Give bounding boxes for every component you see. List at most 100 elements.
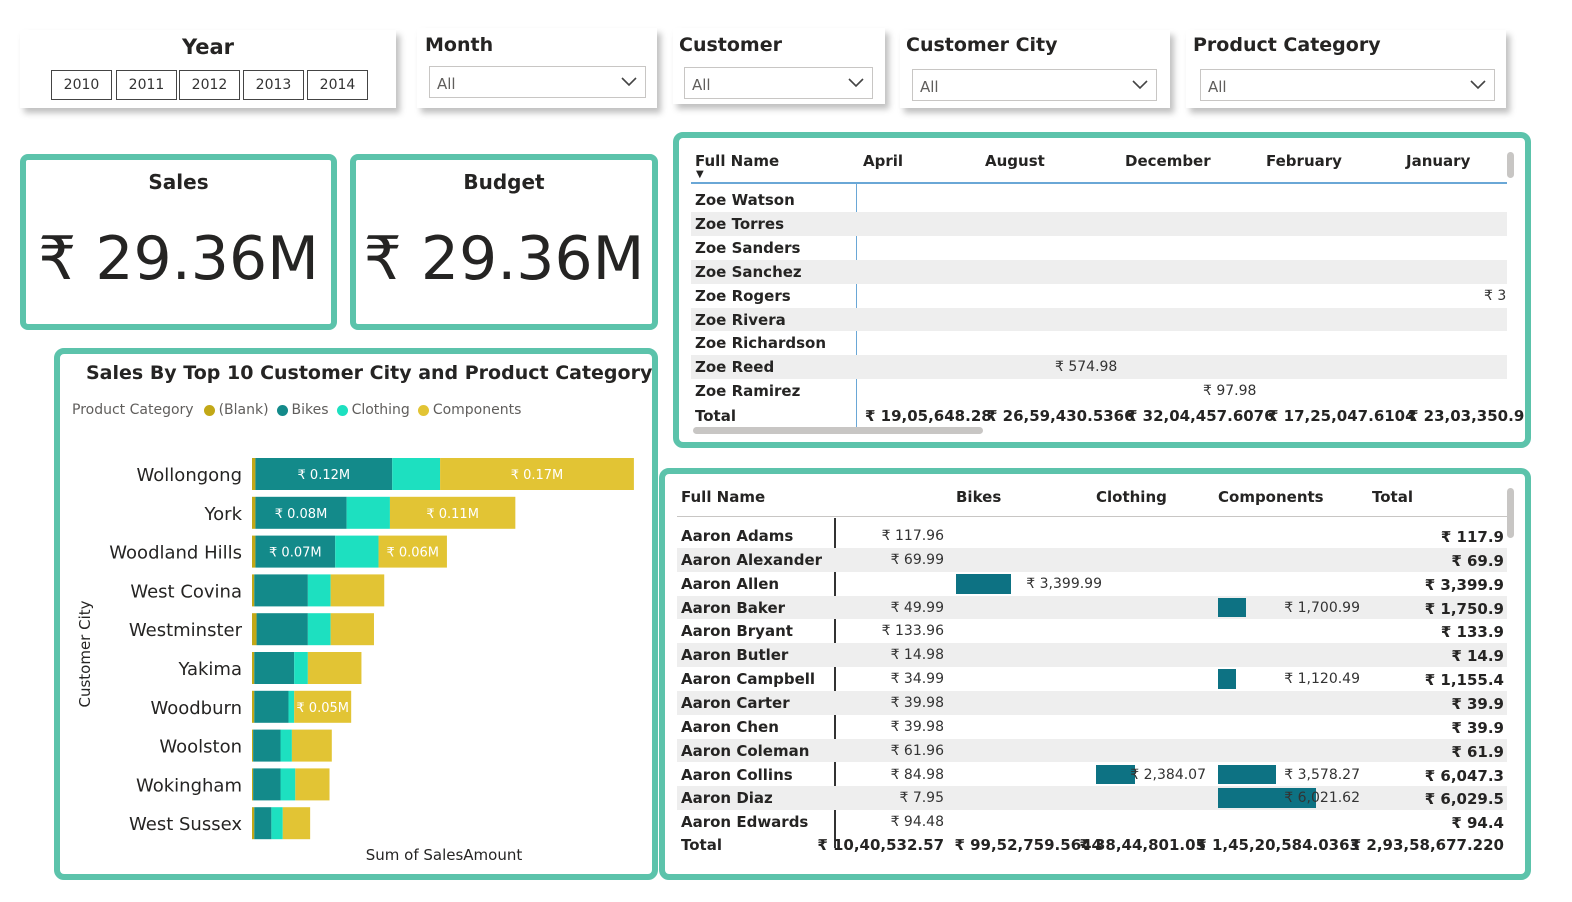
column-header-total[interactable]: Total bbox=[1372, 488, 1413, 506]
row-name[interactable]: Aaron Campbell bbox=[681, 670, 815, 688]
row-name[interactable]: Aaron Collins bbox=[681, 766, 793, 784]
bar-segment-bikes[interactable] bbox=[254, 574, 308, 607]
column-header-full-name[interactable]: Full Name bbox=[681, 488, 765, 506]
cell-blank: ₹ 39.98 bbox=[890, 718, 944, 735]
bar-segment-blank[interactable] bbox=[252, 807, 255, 840]
row-name[interactable]: Aaron Chen bbox=[681, 718, 779, 736]
bar-segment-clothing[interactable] bbox=[271, 807, 283, 840]
sales-by-city-chart-panel: Sales By Top 10 Customer City and Produc… bbox=[54, 348, 658, 880]
column-header-august[interactable]: August bbox=[985, 152, 1045, 170]
bar-segment-components[interactable] bbox=[330, 574, 385, 607]
row-name[interactable]: Aaron Baker bbox=[681, 599, 785, 617]
category-label: Westminster bbox=[129, 620, 243, 641]
bar-segment-clothing[interactable] bbox=[307, 613, 331, 646]
row-name[interactable]: Aaron Carter bbox=[681, 694, 790, 712]
bar-segment-blank[interactable] bbox=[252, 729, 254, 762]
bar-segment-components[interactable] bbox=[295, 768, 330, 801]
header-underline bbox=[691, 182, 1507, 184]
month-dropdown[interactable]: All bbox=[429, 66, 646, 98]
bar-segment-blank[interactable] bbox=[252, 690, 255, 723]
cell-blank: ₹ 39.98 bbox=[890, 694, 944, 711]
row-name[interactable]: Aaron Edwards bbox=[681, 813, 808, 831]
row-name[interactable]: Zoe Sanchez bbox=[695, 263, 802, 281]
column-header-bikes[interactable]: Bikes bbox=[956, 488, 1001, 506]
bar-segment-bikes[interactable] bbox=[253, 729, 281, 762]
row-band bbox=[677, 595, 1507, 620]
row-name[interactable]: Zoe Ramirez bbox=[695, 382, 800, 400]
cell-total: ₹ 3,399.9 bbox=[1424, 575, 1504, 594]
year-option-2011[interactable]: 2011 bbox=[116, 70, 177, 100]
customer-city-dropdown[interactable]: All bbox=[912, 69, 1157, 101]
product-category-dropdown[interactable]: All bbox=[1200, 69, 1495, 101]
month-matrix-horizontal-scrollbar[interactable] bbox=[693, 427, 983, 434]
bar-segment-clothing[interactable] bbox=[346, 496, 390, 529]
cell-blank: ₹ 133.96 bbox=[881, 623, 944, 640]
customer-city-dropdown-value: All bbox=[920, 78, 939, 96]
cell-components: ₹ 3,578.27 bbox=[1284, 766, 1360, 783]
column-header-april[interactable]: April bbox=[863, 152, 903, 170]
bar-segment-blank[interactable] bbox=[252, 496, 256, 529]
column-header-february[interactable]: February bbox=[1266, 152, 1342, 170]
data-label: ₹ 0.11M bbox=[426, 507, 479, 522]
bar-segment-blank[interactable] bbox=[252, 652, 255, 684]
bar-segment-clothing[interactable] bbox=[280, 729, 292, 762]
year-option-2013[interactable]: 2013 bbox=[243, 70, 304, 100]
bar-segment-clothing[interactable] bbox=[335, 535, 379, 568]
bar-segment-blank[interactable] bbox=[252, 574, 255, 607]
cell-total: ₹ 14.9 bbox=[1451, 647, 1504, 666]
bar-segment-components[interactable] bbox=[307, 652, 362, 684]
bar-segment-clothing[interactable] bbox=[307, 574, 331, 607]
row-name[interactable]: Zoe Rivera bbox=[695, 311, 786, 329]
month-matrix-vertical-scrollbar[interactable] bbox=[1507, 152, 1514, 178]
row-name[interactable]: Aaron Allen bbox=[681, 575, 779, 593]
cell-bikes: ₹ 3,399.99 bbox=[1026, 575, 1102, 592]
total-components: ₹ 1,45,20,584.0363 bbox=[1196, 836, 1360, 855]
row-name[interactable]: Zoe Richardson bbox=[695, 334, 826, 352]
year-option-2010[interactable]: 2010 bbox=[51, 70, 112, 100]
row-name[interactable]: Zoe Rogers bbox=[695, 287, 791, 305]
row-name[interactable]: Aaron Coleman bbox=[681, 742, 809, 760]
bar-segment-clothing[interactable] bbox=[392, 458, 441, 490]
cell-blank: ₹ 84.98 bbox=[890, 766, 944, 783]
bar-segment-bikes[interactable] bbox=[253, 768, 281, 801]
bar-segment-clothing[interactable] bbox=[294, 652, 308, 684]
column-header-clothing[interactable]: Clothing bbox=[1096, 488, 1167, 506]
bar-segment-bikes[interactable] bbox=[254, 807, 272, 840]
stacked-bar-chart: Wollongong ₹ 0.12M ₹ 0.17M York ₹ 0.08M ₹ 0.1… bbox=[76, 458, 634, 864]
row-name[interactable]: Aaron Bryant bbox=[681, 622, 793, 640]
bar-segment-bikes[interactable] bbox=[256, 613, 308, 646]
year-option-2012[interactable]: 2012 bbox=[179, 70, 240, 100]
row-name[interactable]: Aaron Adams bbox=[681, 527, 793, 545]
bar-segment-components[interactable] bbox=[330, 613, 374, 646]
row-name[interactable]: Zoe Watson bbox=[695, 191, 795, 209]
bar-segment-blank[interactable] bbox=[252, 535, 256, 568]
category-matrix-vertical-scrollbar[interactable] bbox=[1507, 488, 1514, 538]
bar-segment-bikes[interactable] bbox=[254, 652, 295, 684]
cell-clothing: ₹ 2,384.07 bbox=[1130, 766, 1206, 783]
customer-city-slicer: Customer City All bbox=[900, 30, 1170, 108]
bar-segment-components[interactable] bbox=[291, 729, 332, 762]
bar-segment-bikes[interactable] bbox=[254, 690, 289, 723]
bar-segment-blank[interactable] bbox=[252, 458, 256, 490]
row-name[interactable]: Zoe Reed bbox=[695, 358, 774, 376]
bar-segment-clothing[interactable] bbox=[280, 768, 296, 801]
cell-components: ₹ 1,700.99 bbox=[1284, 599, 1360, 616]
year-option-2014[interactable]: 2014 bbox=[307, 70, 368, 100]
row-name[interactable]: Aaron Diaz bbox=[681, 789, 773, 807]
sort-descending-icon[interactable]: ▼ bbox=[696, 169, 704, 180]
bar-segment-components[interactable] bbox=[282, 807, 311, 840]
cell-value: ₹ 97.98 bbox=[1203, 383, 1257, 400]
customer-dropdown[interactable]: All bbox=[684, 67, 873, 99]
column-header-january[interactable]: January bbox=[1406, 152, 1470, 170]
column-header-december[interactable]: December bbox=[1125, 152, 1211, 170]
bar-segment-blank[interactable] bbox=[252, 613, 257, 646]
bar-segment-blank[interactable] bbox=[252, 768, 254, 801]
row-name[interactable]: Zoe Torres bbox=[695, 215, 784, 233]
budget-card-title: Budget bbox=[463, 170, 545, 194]
column-header-components[interactable]: Components bbox=[1218, 488, 1324, 506]
bar-segment-clothing[interactable] bbox=[288, 690, 295, 723]
row-name[interactable]: Zoe Sanders bbox=[695, 239, 800, 257]
column-header-full-name[interactable]: Full Name bbox=[695, 152, 779, 170]
row-name[interactable]: Aaron Alexander bbox=[681, 551, 822, 569]
row-name[interactable]: Aaron Butler bbox=[681, 646, 788, 664]
